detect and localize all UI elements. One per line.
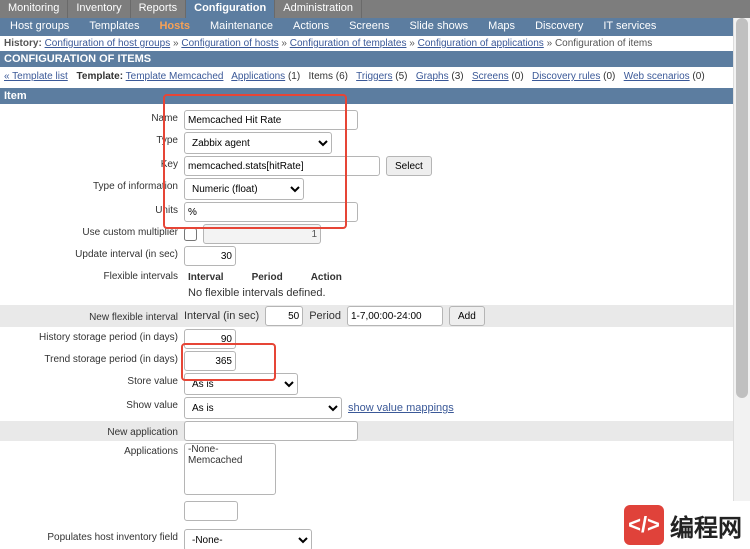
units-input[interactable] — [184, 202, 358, 222]
template-name-link[interactable]: Template Memcached — [126, 71, 224, 82]
list-item[interactable]: Memcached — [185, 455, 275, 466]
mtab-items: Items (6) — [309, 71, 348, 82]
mtab-screens[interactable]: Screens — [472, 71, 509, 82]
mtab-triggers[interactable]: Triggers — [356, 71, 392, 82]
new-application-input[interactable] — [184, 421, 358, 441]
count: 0 — [515, 71, 521, 82]
count: 5 — [399, 71, 405, 82]
mtab-web-scenarios[interactable]: Web scenarios — [624, 71, 690, 82]
label-key: Key — [0, 156, 184, 170]
flex-hdr-action: Action — [311, 272, 342, 283]
label-newflex-period: Period — [309, 310, 341, 322]
subtab-maintenance[interactable]: Maintenance — [200, 18, 283, 36]
label-name: Name — [0, 110, 184, 124]
show-value-mappings-link[interactable]: show value mappings — [348, 402, 454, 414]
count: 0 — [696, 71, 702, 82]
flex-hdr-period: Period — [252, 272, 283, 283]
newflex-add-button[interactable]: Add — [449, 306, 485, 326]
name-input[interactable] — [184, 110, 358, 130]
label-applications: Applications — [0, 443, 184, 457]
flex-hdr-interval: Interval — [188, 272, 224, 283]
label-update-interval: Update interval (in sec) — [0, 246, 184, 260]
label-store-value: Store value — [0, 373, 184, 387]
label-history-period: History storage period (in days) — [0, 329, 184, 343]
trend-period-input[interactable] — [184, 351, 236, 371]
label-populates-inventory: Populates host inventory field — [0, 529, 184, 543]
tab-configuration[interactable]: Configuration — [186, 0, 275, 18]
custom-multiplier-input — [203, 224, 321, 244]
label-new-application: New application — [0, 424, 184, 438]
brand-watermark: </> 编程网 — [616, 501, 750, 549]
history-link[interactable]: Configuration of applications — [418, 38, 544, 49]
type-of-info-select[interactable]: Numeric (float) — [184, 178, 304, 200]
subtab-it-services[interactable]: IT services — [593, 18, 666, 36]
subtab-discovery[interactable]: Discovery — [525, 18, 593, 36]
show-value-select[interactable]: As is — [184, 397, 342, 419]
page-title: CONFIGURATION OF ITEMS — [0, 51, 750, 67]
count: 1 — [291, 71, 297, 82]
label-trend-period: Trend storage period (in days) — [0, 351, 184, 365]
update-interval-input[interactable] — [184, 246, 236, 266]
history-period-input[interactable] — [184, 329, 236, 349]
brand-text: 编程网 — [670, 508, 742, 543]
key-select-button[interactable]: Select — [386, 156, 432, 176]
mtab-applications[interactable]: Applications — [231, 71, 285, 82]
history-link[interactable]: Configuration of templates — [290, 38, 407, 49]
label-flex-intervals: Flexible intervals — [0, 268, 184, 282]
label-type: Type — [0, 132, 184, 146]
tab-monitoring[interactable]: Monitoring — [0, 0, 68, 18]
flex-intervals-box: Interval Period Action No flexible inter… — [184, 268, 364, 303]
subtab-templates[interactable]: Templates — [79, 18, 149, 36]
type-select[interactable]: Zabbix agent — [184, 132, 332, 154]
newflex-interval-input[interactable] — [265, 306, 303, 326]
mini-bar: « Template list Template: Template Memca… — [0, 67, 750, 88]
label-newflex-intv: Interval (in sec) — [184, 310, 259, 322]
key-input[interactable] — [184, 156, 380, 176]
label-new-flex-interval: New flexible interval — [0, 309, 184, 323]
newflex-period-input[interactable] — [347, 306, 443, 326]
mtab-discovery-rules[interactable]: Discovery rules — [532, 71, 600, 82]
subtab-hosts[interactable]: Hosts — [149, 18, 200, 36]
sub-nav: Host groups Templates Hosts Maintenance … — [0, 18, 750, 36]
list-item[interactable]: -None- — [185, 444, 275, 455]
tab-inventory[interactable]: Inventory — [68, 0, 130, 18]
subtab-screens[interactable]: Screens — [339, 18, 399, 36]
history-bar: History: Configuration of host groups » … — [0, 36, 750, 51]
tab-reports[interactable]: Reports — [131, 0, 187, 18]
inventory-select[interactable]: -None- — [184, 529, 312, 549]
history-current: Configuration of items — [555, 38, 652, 49]
history-label: History: — [4, 38, 42, 49]
top-nav: Monitoring Inventory Reports Configurati… — [0, 0, 750, 18]
label-custom-multiplier: Use custom multiplier — [0, 224, 184, 238]
applications-listbox[interactable]: -None- Memcached — [184, 443, 276, 495]
subtab-host-groups[interactable]: Host groups — [0, 18, 79, 36]
subtab-maps[interactable]: Maps — [478, 18, 525, 36]
scrollbar-thumb[interactable] — [736, 18, 748, 398]
flex-empty-msg: No flexible intervals defined. — [188, 287, 360, 299]
section-title: Item — [0, 88, 750, 104]
label-units: Units — [0, 202, 184, 216]
applications-extra-input[interactable] — [184, 501, 238, 521]
template-label: Template: — [77, 71, 124, 82]
label-show-value: Show value — [0, 397, 184, 411]
count: 0 — [606, 71, 612, 82]
custom-multiplier-checkbox[interactable] — [184, 228, 197, 241]
history-link[interactable]: Configuration of hosts — [181, 38, 278, 49]
subtab-slide-shows[interactable]: Slide shows — [399, 18, 478, 36]
mtab-graphs[interactable]: Graphs — [416, 71, 449, 82]
store-value-select[interactable]: As is — [184, 373, 298, 395]
back-template-list[interactable]: « Template list — [4, 71, 68, 82]
label-type-of-info: Type of information — [0, 178, 184, 192]
history-link[interactable]: Configuration of host groups — [45, 38, 171, 49]
item-form: Name Type Zabbix agent Key Select Type o… — [0, 104, 750, 549]
tab-administration[interactable]: Administration — [275, 0, 362, 18]
brand-icon: </> — [624, 505, 664, 545]
count: 3 — [455, 71, 461, 82]
subtab-actions[interactable]: Actions — [283, 18, 339, 36]
